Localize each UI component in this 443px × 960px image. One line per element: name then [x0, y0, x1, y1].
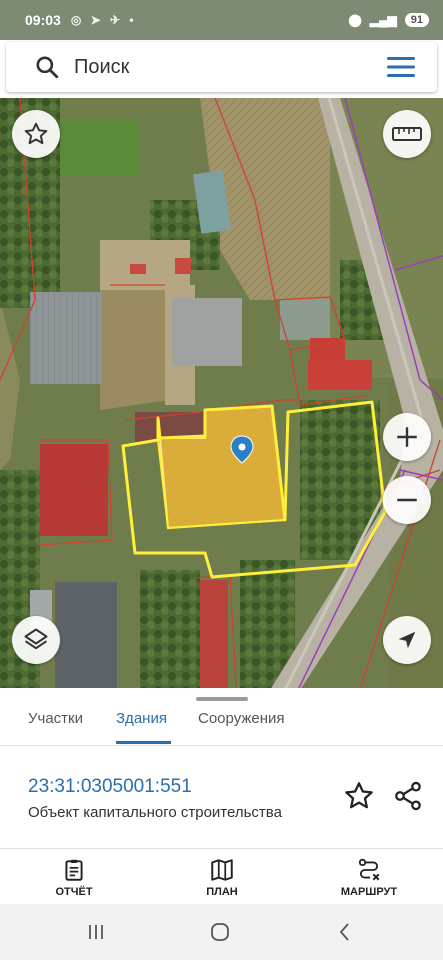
- route-label: МАРШРУТ: [340, 886, 398, 898]
- report-button[interactable]: ОТЧЁТ: [19, 857, 129, 898]
- share-icon[interactable]: [392, 780, 424, 812]
- object-card[interactable]: 23:31:0305001:551 Объект капитального ст…: [0, 746, 443, 848]
- plan-button[interactable]: ПЛАН: [167, 857, 277, 898]
- favorite-button[interactable]: [12, 110, 60, 158]
- map-plan-icon: [211, 859, 233, 881]
- system-nav-bar: [0, 904, 443, 960]
- notification-icons: ◎ ➤ ✈ •: [70, 13, 137, 27]
- plan-label: ПЛАН: [206, 886, 238, 898]
- zoom-out-button[interactable]: [383, 476, 431, 524]
- star-icon: [24, 122, 48, 145]
- ruler-icon: [392, 127, 422, 141]
- search-input[interactable]: Поиск: [74, 56, 129, 79]
- back-icon[interactable]: [333, 920, 357, 944]
- sheet-drag-handle[interactable]: [196, 697, 248, 701]
- layers-button[interactable]: [12, 616, 60, 664]
- object-type: Объект капитального строительства: [28, 804, 282, 821]
- report-icon: [65, 859, 83, 881]
- recent-apps-icon[interactable]: [84, 920, 108, 944]
- layers-icon: [24, 628, 48, 650]
- star-icon[interactable]: [343, 780, 375, 812]
- zoom-in-button[interactable]: [383, 413, 431, 461]
- active-tab-indicator: [116, 741, 171, 744]
- tab-plots[interactable]: Участки: [28, 710, 83, 727]
- signal-icon: ▂▄▆: [369, 13, 397, 27]
- home-icon[interactable]: [208, 920, 232, 944]
- location-icon: ⬤: [348, 13, 362, 27]
- report-label: ОТЧЁТ: [55, 886, 93, 898]
- minus-icon: [397, 498, 417, 502]
- satellite-map[interactable]: [0, 98, 443, 688]
- status-right: ⬤ ▂▄▆ 91: [348, 13, 429, 27]
- bottom-nav: ОТЧЁТ ПЛАН МАРШРУТ: [0, 848, 443, 905]
- status-time: 09:03: [25, 12, 61, 28]
- tab-buildings[interactable]: Здания: [116, 710, 167, 727]
- status-bar: 09:03 ◎ ➤ ✈ • ⬤ ▂▄▆ 91: [0, 0, 443, 40]
- map-view[interactable]: [0, 98, 443, 688]
- plus-icon: [397, 427, 417, 447]
- search-icon[interactable]: [34, 54, 60, 80]
- battery-icon: 91: [404, 13, 429, 27]
- menu-icon[interactable]: [387, 56, 415, 78]
- cadastral-number[interactable]: 23:31:0305001:551: [28, 776, 192, 798]
- navigation-arrow-icon: [398, 631, 416, 649]
- tab-structures[interactable]: Сооружения: [198, 710, 285, 727]
- route-icon: [358, 858, 380, 881]
- search-bar[interactable]: Поиск: [6, 42, 437, 92]
- object-tabs: Участки Здания Сооружения: [0, 688, 443, 746]
- measure-button[interactable]: [383, 110, 431, 158]
- route-button[interactable]: МАРШРУТ: [314, 857, 424, 898]
- my-location-button[interactable]: [383, 616, 431, 664]
